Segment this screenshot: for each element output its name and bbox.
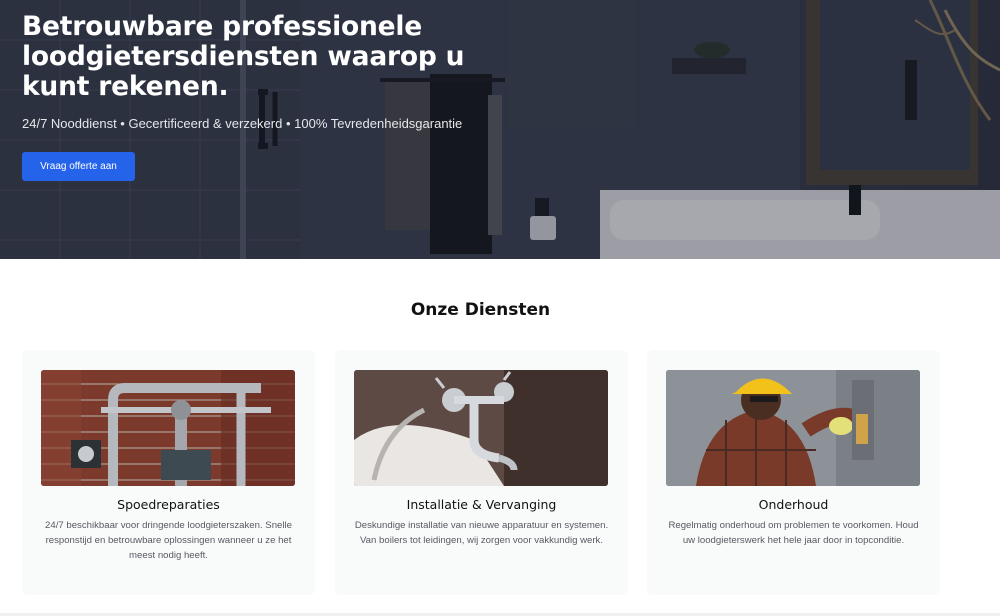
- services-title: Onze Diensten: [410, 300, 551, 320]
- plumber-at-work-image: [666, 370, 920, 486]
- hero-title: Betrouwbare professionele loodgietersdie…: [22, 11, 465, 102]
- pipes-brick-wall-image: [41, 370, 295, 486]
- faucet-bathtub-image: [354, 370, 608, 486]
- service-card-description: Regelmatig onderhoud om problemen te voo…: [668, 520, 919, 546]
- service-card-emergency-repairs[interactable]: Spoedreparaties 24/7 beschikbaar voor dr…: [22, 350, 315, 595]
- service-card-description: Deskundige installatie van nieuwe appara…: [354, 520, 609, 546]
- hero-subtitle: 24/7 Nooddienst • Gecertificeerd & verze…: [22, 116, 463, 131]
- service-card-title: Spoedreparaties: [117, 497, 220, 512]
- service-card-title: Installatie & Vervanging: [406, 497, 557, 512]
- service-card-maintenance[interactable]: Onderhoud Regelmatig onderhoud om proble…: [647, 350, 940, 595]
- service-card-description: 24/7 beschikbaar voor dringende loodgiet…: [45, 520, 292, 561]
- service-card-installation-replacement[interactable]: Installatie & Vervanging Deskundige inst…: [335, 350, 628, 595]
- request-quote-button[interactable]: Vraag offerte aan: [22, 152, 135, 181]
- hero-section: Betrouwbare professionele loodgietersdie…: [0, 0, 1000, 259]
- service-card-title: Onderhoud: [758, 497, 829, 512]
